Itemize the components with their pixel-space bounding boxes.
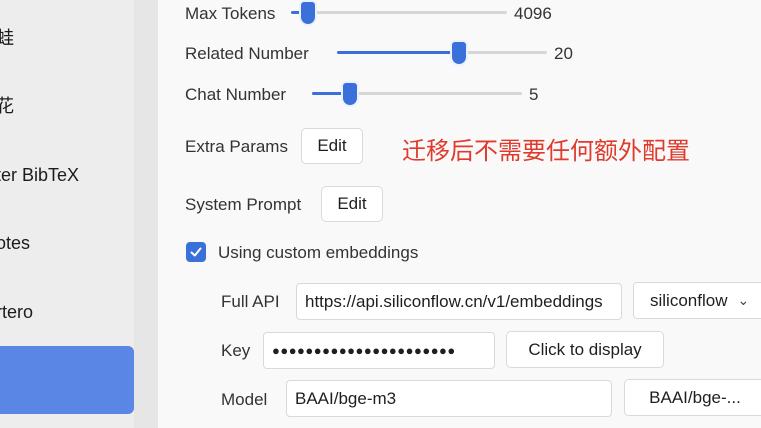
model-label: Model [221,390,268,409]
model-preset-button[interactable]: BAAI/bge-... [624,379,761,416]
max-tokens-value: 4096 [514,4,552,23]
custom-embeddings-checkbox[interactable] [186,242,206,262]
sidebar-item-better-bibtex[interactable]: ter BibTeX [0,152,134,198]
related-number-slider-thumb[interactable] [451,42,466,64]
model-input[interactable]: BAAI/bge-m3 [286,380,612,417]
show-key-button[interactable]: Click to display [506,331,664,368]
slider-fill [337,51,459,54]
sidebar-item-zotero[interactable]: rtero [0,289,134,335]
max-tokens-slider[interactable] [291,11,507,14]
related-number-label: Related Number [185,44,309,63]
sidebar-item-label: otes [0,233,31,253]
sidebar-item-label: rtero [0,302,34,322]
sidebar-item-label: 蛙 [0,28,14,48]
max-tokens-slider-thumb[interactable] [301,2,316,24]
full-api-input[interactable]: https://api.siliconflow.cn/v1/embeddings [296,283,622,320]
provider-select[interactable]: siliconflow ⌄ [633,282,761,319]
system-prompt-label: System Prompt [185,195,302,214]
extra-params-edit-button[interactable]: Edit [301,128,363,164]
provider-select-value: siliconflow [650,290,728,310]
full-api-label: Full API [221,292,280,311]
chat-number-slider-thumb[interactable] [342,83,357,105]
related-number-slider[interactable] [337,51,547,54]
sidebar-item-2[interactable]: 花 [0,83,134,129]
sidebar: 蛙 花 ter BibTeX otes rtero [0,0,134,428]
chat-number-label: Chat Number [185,85,287,104]
chat-number-value: 5 [529,85,539,104]
sidebar-item-1[interactable]: 蛙 [0,15,134,61]
system-prompt-edit-button[interactable]: Edit [321,186,383,222]
sidebar-item-notes[interactable]: otes [0,220,134,266]
sidebar-item-label: ter BibTeX [0,165,80,185]
custom-embeddings-label: Using custom embeddings [218,243,419,262]
max-tokens-label: Max Tokens [185,4,276,23]
related-number-value: 20 [554,44,573,63]
chevron-down-icon: ⌄ [737,292,750,308]
sidebar-item-label: 花 [0,96,14,116]
migration-note: 迁移后不需要任何额外配置 [402,137,690,165]
api-key-input[interactable]: ●●●●●●●●●●●●●●●●●●●●●● [263,332,495,369]
extra-params-label: Extra Params [185,137,288,156]
settings-panel: Max Tokens 4096 Related Number 20 Chat N… [158,0,761,428]
key-label: Key [221,341,251,360]
sidebar-divider [134,0,158,428]
check-icon [190,247,202,257]
sidebar-item-active[interactable] [0,346,134,414]
